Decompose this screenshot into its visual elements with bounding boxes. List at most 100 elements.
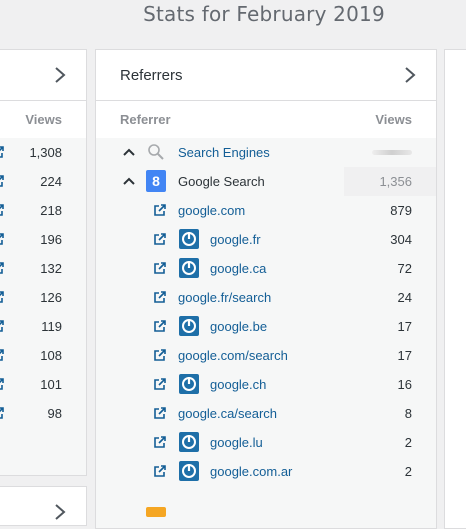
site-favicon-icon xyxy=(179,432,199,452)
site-favicon-icon xyxy=(179,258,199,278)
next-section-icon xyxy=(146,507,166,517)
left-table-row[interactable]: 119 xyxy=(0,312,86,341)
google-search-label: Google Search xyxy=(178,174,265,189)
views-value: 101 xyxy=(40,377,62,392)
referrer-row[interactable]: google.com.ar 2 xyxy=(96,457,436,486)
referrer-link[interactable]: google.ca/search xyxy=(178,406,277,421)
referrer-link[interactable]: google.ch xyxy=(210,377,266,392)
external-link-icon[interactable] xyxy=(0,232,5,246)
left-table-row[interactable]: 108 xyxy=(0,341,86,370)
external-link-icon[interactable] xyxy=(0,406,5,420)
left-card-header[interactable] xyxy=(0,50,86,101)
external-link-icon[interactable] xyxy=(153,261,167,275)
chevron-right-icon[interactable] xyxy=(54,66,66,84)
referrer-views: 879 xyxy=(390,203,412,218)
referrer-views: 2 xyxy=(404,464,412,479)
search-engines-row[interactable]: Search Engines xyxy=(96,138,436,167)
referrer-views: 17 xyxy=(397,319,412,334)
external-link-icon[interactable] xyxy=(0,377,5,391)
left-table-row[interactable]: 218 xyxy=(0,196,86,225)
views-value: 126 xyxy=(40,290,62,305)
referrer-link[interactable]: google.be xyxy=(210,319,267,334)
referrers-header[interactable]: Referrers xyxy=(96,50,436,101)
left-table-row[interactable]: 132 xyxy=(0,254,86,283)
blurred-views-value xyxy=(372,150,412,155)
views-value: 218 xyxy=(40,203,62,218)
left-table-row[interactable]: 126 xyxy=(0,283,86,312)
search-icon xyxy=(146,142,166,162)
views-value: 132 xyxy=(40,261,62,276)
external-link-icon[interactable] xyxy=(153,464,167,478)
site-favicon-icon xyxy=(179,461,199,481)
referrer-row[interactable]: google.com/search 17 xyxy=(96,341,436,370)
referrer-link[interactable]: google.com/search xyxy=(178,348,288,363)
referrer-views: 2 xyxy=(404,435,412,450)
left-table-row[interactable]: 224 xyxy=(0,167,86,196)
views-value: 196 xyxy=(40,232,62,247)
chevron-right-icon[interactable] xyxy=(54,503,66,521)
left-rows: 1,308 224 218 196 132 126 119 108 101 98 xyxy=(0,138,86,475)
referrer-views: 304 xyxy=(390,232,412,247)
left-table-row[interactable]: 98 xyxy=(0,399,86,428)
referrer-link[interactable]: google.com.ar xyxy=(210,464,292,479)
referrer-views: 16 xyxy=(397,377,412,392)
external-link-icon[interactable] xyxy=(153,232,167,246)
referrer-link[interactable]: google.fr/search xyxy=(178,290,271,305)
referrer-link[interactable]: google.fr xyxy=(210,232,261,247)
referrer-row[interactable]: google.com 879 xyxy=(96,196,436,225)
external-link-icon[interactable] xyxy=(153,290,167,304)
chevron-up-icon[interactable] xyxy=(123,147,135,157)
external-link-icon[interactable] xyxy=(153,406,167,420)
referrer-link[interactable]: google.lu xyxy=(210,435,263,450)
search-engines-label[interactable]: Search Engines xyxy=(178,145,270,160)
views-value: 224 xyxy=(40,174,62,189)
referrer-rows: Search Engines 8 Google Search 1,356 goo… xyxy=(96,138,436,528)
views-value: 108 xyxy=(40,348,62,363)
chevron-up-icon[interactable] xyxy=(123,176,135,186)
left-table-row[interactable]: 101 xyxy=(0,370,86,399)
external-link-icon[interactable] xyxy=(153,203,167,217)
chevron-right-icon[interactable] xyxy=(404,66,416,84)
external-link-icon[interactable] xyxy=(0,290,5,304)
external-link-icon[interactable] xyxy=(0,261,5,275)
google-search-views: 1,356 xyxy=(379,174,412,189)
views-header: Views xyxy=(25,111,62,127)
card-title: Referrers xyxy=(120,66,183,84)
external-link-icon[interactable] xyxy=(0,319,5,333)
referrer-row[interactable]: google.fr 304 xyxy=(96,225,436,254)
referrer-row[interactable]: google.ca 72 xyxy=(96,254,436,283)
external-link-icon[interactable] xyxy=(0,203,5,217)
external-link-icon[interactable] xyxy=(153,348,167,362)
referrer-views: 8 xyxy=(404,406,412,421)
left-column-header: Views xyxy=(0,101,86,137)
left-table-row[interactable]: 196 xyxy=(0,225,86,254)
site-favicon-icon xyxy=(179,316,199,336)
external-link-icon[interactable] xyxy=(153,319,167,333)
google-icon: 8 xyxy=(146,170,166,192)
referrer-row[interactable]: google.ca/search 8 xyxy=(96,399,436,428)
referrer-link[interactable]: google.ca xyxy=(210,261,266,276)
referrer-row[interactable]: google.be 17 xyxy=(96,312,436,341)
views-column-label: Views xyxy=(375,111,412,127)
google-search-row[interactable]: 8 Google Search 1,356 xyxy=(96,167,436,196)
external-link-icon[interactable] xyxy=(153,435,167,449)
referrer-column-label: Referrer xyxy=(120,111,171,127)
referrer-row[interactable]: google.lu 2 xyxy=(96,428,436,457)
referrer-link[interactable]: google.com xyxy=(178,203,245,218)
referrers-card: Referrers Referrer Views Search Engines … xyxy=(95,49,437,529)
left-stats-card: Views 1,308 224 218 196 132 126 119 108 101 98 xyxy=(0,49,87,476)
referrer-row[interactable]: google.ch 16 xyxy=(96,370,436,399)
external-link-icon[interactable] xyxy=(0,174,5,188)
external-link-icon[interactable] xyxy=(153,377,167,391)
referrer-views: 72 xyxy=(397,261,412,276)
external-link-icon[interactable] xyxy=(0,145,5,159)
column-header: Referrer Views xyxy=(96,101,436,137)
referrer-views: 24 xyxy=(397,290,412,305)
page-title: Stats for February 2019 xyxy=(143,2,385,26)
referrer-row[interactable]: google.fr/search 24 xyxy=(96,283,436,312)
views-value: 1,308 xyxy=(29,145,62,160)
site-favicon-icon xyxy=(179,229,199,249)
external-link-icon[interactable] xyxy=(0,348,5,362)
left-table-row[interactable]: 1,308 xyxy=(0,138,86,167)
left-bottom-card xyxy=(0,486,87,526)
